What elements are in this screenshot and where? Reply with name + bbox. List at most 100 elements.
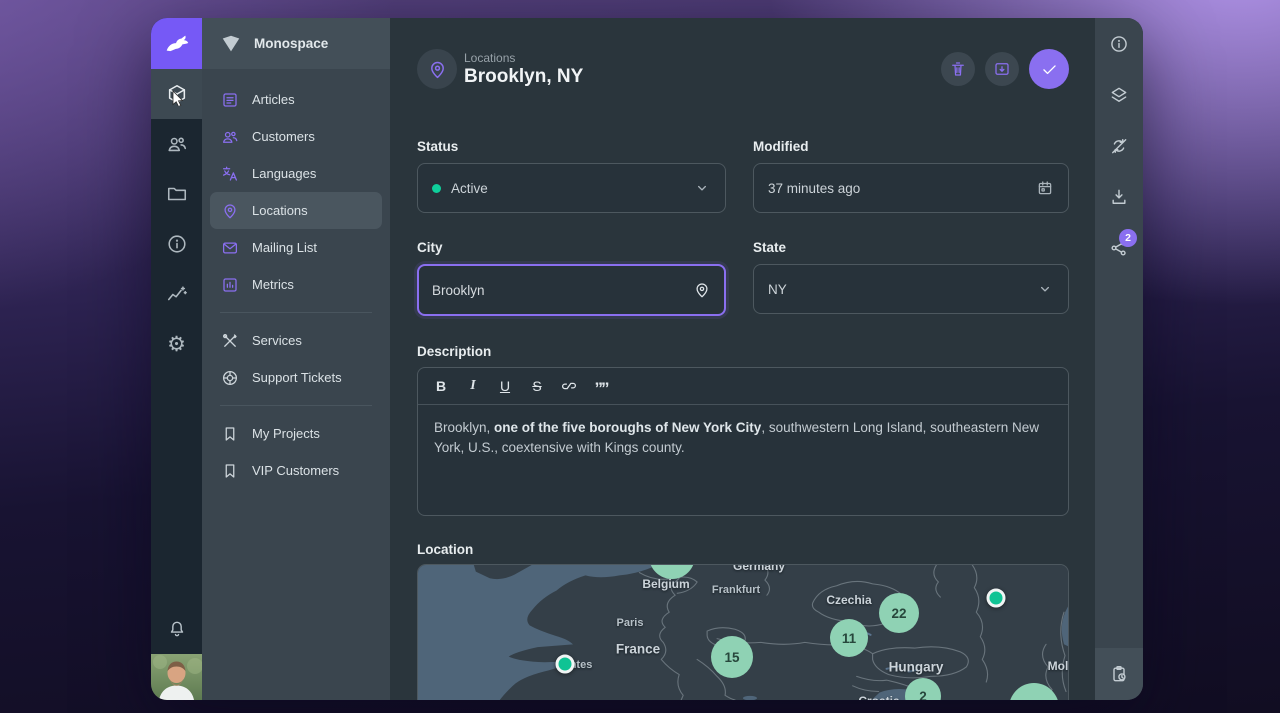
chevron-down-icon (1040, 286, 1050, 292)
nav-divider (220, 405, 372, 406)
sidebar-item-metrics[interactable]: Metrics (210, 266, 382, 303)
module-files[interactable] (151, 169, 202, 219)
map-marker[interactable] (555, 654, 575, 674)
map-label: Croatia (858, 694, 899, 700)
underline-button[interactable]: U (490, 372, 520, 400)
mail-icon (222, 241, 238, 254)
location-map[interactable]: Germany Belgium Frankfurt Paris France Czechi… (417, 564, 1069, 700)
app-logo[interactable] (151, 18, 202, 69)
layers-icon (1111, 87, 1127, 102)
map-cluster[interactable]: 22 (879, 593, 919, 633)
breadcrumb: Locations (464, 50, 516, 65)
item-info-button[interactable] (1095, 18, 1143, 69)
bookmark-icon (225, 426, 235, 441)
sidebar-item-label: Locations (252, 203, 308, 218)
sidebar-item-label: Customers (252, 129, 315, 144)
sidebar-item-mailing-list[interactable]: Mailing List (210, 229, 382, 266)
people-icon (167, 137, 186, 152)
sidebar-item-languages[interactable]: Languages (210, 155, 382, 192)
sidebar-item-vip-customers[interactable]: VIP Customers (210, 452, 382, 489)
gear-icon: ⚙ (167, 332, 186, 356)
status-group: Status Active (417, 139, 726, 213)
header-actions (941, 49, 1069, 89)
map-cluster[interactable]: 15 (711, 636, 753, 678)
field-label: City (417, 240, 443, 255)
map-cluster[interactable] (1009, 683, 1059, 700)
sidebar-item-my-projects[interactable]: My Projects (210, 415, 382, 452)
modified-field[interactable]: 37 minutes ago (753, 163, 1069, 213)
blockquote-button[interactable]: ”” (586, 369, 616, 403)
strikethrough-button[interactable]: S (522, 372, 552, 400)
sidebar-item-locations[interactable]: Locations (210, 192, 382, 229)
modified-value: 37 minutes ago (768, 180, 861, 196)
project-switcher[interactable]: Monospace (202, 18, 390, 69)
italic-button[interactable]: I (458, 372, 488, 400)
module-users[interactable] (151, 119, 202, 169)
map-label: Czechia (826, 593, 872, 607)
map-canvas-overlays: Germany Belgium Frankfurt Paris France Czechi… (418, 565, 1068, 700)
sidebar-item-support-tickets[interactable]: Support Tickets (210, 359, 382, 396)
nav-divider (220, 312, 372, 313)
status-value: Active (451, 180, 488, 196)
status-select[interactable]: Active (417, 163, 726, 213)
sidebar-item-customers[interactable]: Customers (210, 118, 382, 155)
map-label: Paris (616, 617, 644, 629)
collection-badge (417, 49, 457, 89)
map-label: Mol (1047, 659, 1069, 673)
archive-button[interactable] (985, 52, 1019, 86)
module-settings[interactable]: ⚙ (151, 319, 202, 369)
sidebar-item-label: Mailing List (252, 240, 318, 255)
rich-text-editor: B I U S ”” Brooklyn, one of the five bor… (417, 367, 1069, 516)
sidebar-item-services[interactable]: Services (210, 322, 382, 359)
bold-button[interactable]: B (426, 372, 456, 400)
sidebar-item-label: Support Tickets (252, 370, 342, 385)
field-label: Location (417, 542, 474, 557)
notifications-button[interactable] (151, 604, 202, 654)
sidebar-item-label: Languages (252, 166, 317, 181)
map-label: Frankfurt (711, 584, 761, 596)
article-icon (223, 92, 237, 107)
trash-icon (952, 62, 964, 76)
state-select[interactable]: NY (753, 264, 1069, 314)
chevron-down-icon (697, 185, 707, 191)
shares-button[interactable]: 2 (1095, 222, 1143, 273)
archive-icon (995, 63, 1009, 75)
folder-icon (167, 187, 186, 201)
user-avatar[interactable] (151, 654, 202, 700)
sync-disabled-icon (1112, 138, 1127, 153)
map-cluster[interactable]: 11 (830, 619, 868, 657)
tools-icon (222, 333, 237, 347)
revisions-button[interactable] (1095, 69, 1143, 120)
state-value: NY (768, 281, 787, 297)
description-prefix: Brooklyn, (434, 420, 495, 435)
project-name: Monospace (254, 36, 329, 51)
title-block: Locations Brooklyn, NY (464, 51, 583, 88)
modified-group: Modified 37 minutes ago (753, 139, 1069, 213)
sidebar-item-articles[interactable]: Articles (210, 81, 382, 118)
city-group: City (417, 240, 726, 316)
module-content[interactable] (151, 69, 202, 119)
map-label: France (615, 641, 661, 657)
main-content: Locations Brooklyn, NY Status Active Mod… (390, 18, 1095, 700)
description-text[interactable]: Brooklyn, one of the five boroughs of Ne… (418, 405, 1068, 471)
delete-button[interactable] (941, 52, 975, 86)
import-export-button[interactable] (1095, 171, 1143, 222)
save-button[interactable] (1029, 49, 1069, 89)
field-label: Modified (753, 139, 809, 154)
city-input-wrap (417, 264, 726, 316)
city-input[interactable] (432, 282, 683, 298)
translate-icon (222, 166, 238, 181)
module-docs[interactable] (151, 219, 202, 269)
field-label: Status (417, 139, 459, 154)
pin-icon (430, 61, 444, 78)
activity-log-button[interactable] (1095, 648, 1143, 700)
map-marker[interactable] (986, 588, 1006, 608)
info-icon (167, 235, 186, 253)
map-cluster[interactable]: 2 (905, 678, 941, 700)
description-bold: one of the five boroughs of New York Cit… (494, 420, 762, 435)
live-preview-off-button[interactable] (1095, 120, 1143, 171)
module-insights[interactable] (151, 269, 202, 319)
link-button[interactable] (554, 372, 584, 400)
status-dot (432, 183, 441, 193)
pin-icon (224, 203, 236, 218)
